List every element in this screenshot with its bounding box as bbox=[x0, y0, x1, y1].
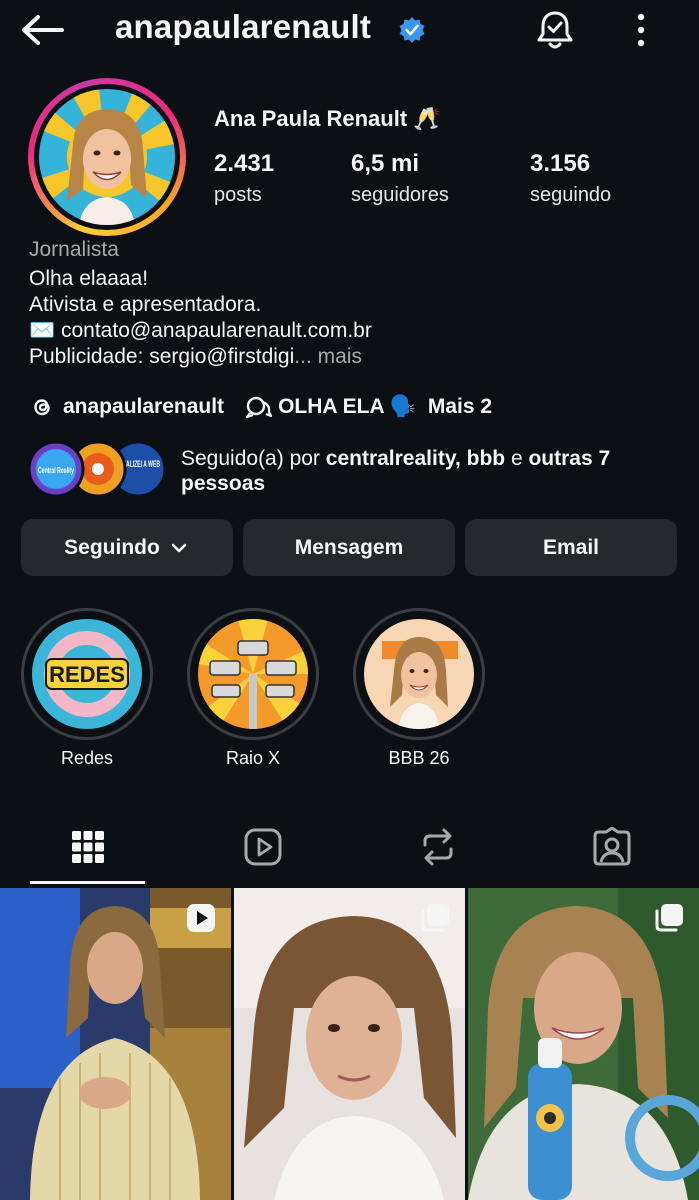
tab-reels[interactable] bbox=[175, 808, 350, 886]
stat-following-value: 3.156 bbox=[530, 150, 591, 177]
following-button[interactable]: Seguindo bbox=[21, 519, 233, 576]
highlight-bbb-26[interactable]: BBB 26 bbox=[352, 608, 486, 769]
stat-posts[interactable]: 2.431 posts bbox=[214, 150, 274, 207]
following-label: Seguindo bbox=[64, 535, 160, 559]
followed-by[interactable]: ATUALIZEI A WEB Central Reality Seguido(… bbox=[28, 440, 678, 500]
stat-followers-value: 6,5 mi bbox=[351, 150, 420, 177]
profile-links: anapaularenault OLHA ELA 🗣️ Mais 2 bbox=[29, 392, 492, 422]
post-thumbnail[interactable] bbox=[0, 888, 231, 1200]
followed-by-names: centralreality, bbb bbox=[325, 447, 506, 470]
highlight-bbb-26-cover bbox=[364, 619, 474, 729]
chevron-down-icon bbox=[171, 543, 187, 552]
profile-bio: Olha elaaaa! Ativista e apresentadora. ✉… bbox=[29, 266, 372, 370]
verified-badge-icon bbox=[399, 17, 425, 43]
profile-full-name: Ana Paula Renault 🥂 bbox=[214, 106, 441, 131]
chat-link-icon bbox=[245, 396, 273, 419]
profile-username: anapaularenault bbox=[115, 8, 372, 45]
tab-grid[interactable] bbox=[0, 808, 175, 886]
bio-line: Publicidade: sergio@firstdigi... mais bbox=[29, 344, 372, 370]
stat-posts-value: 2.431 bbox=[214, 150, 275, 177]
stat-followers[interactable]: 6,5 mi seguidores bbox=[351, 150, 449, 207]
stat-following[interactable]: 3.156 seguindo bbox=[530, 150, 611, 207]
highlight-redes[interactable]: REDES Redes bbox=[20, 608, 154, 769]
post-thumbnail[interactable] bbox=[468, 888, 699, 1200]
threads-link[interactable]: anapaularenault bbox=[29, 394, 224, 420]
carousel-icon bbox=[421, 904, 449, 932]
more-vertical-icon[interactable] bbox=[628, 12, 654, 48]
top-bar: anapaularenault bbox=[0, 0, 699, 62]
reel-icon bbox=[187, 904, 215, 932]
tagged-person-icon bbox=[593, 827, 630, 866]
tab-tagged[interactable] bbox=[524, 808, 699, 886]
carousel-icon bbox=[655, 904, 683, 932]
threads-handle: anapaularenault bbox=[63, 395, 225, 418]
repost-icon bbox=[423, 828, 452, 866]
highlight-raio-x[interactable]: Raio X bbox=[186, 608, 320, 769]
bio-line: Olha elaaaa! bbox=[29, 267, 149, 290]
avatar-label-central-reality: Central Reality bbox=[38, 466, 74, 475]
followed-by-and: e bbox=[505, 447, 529, 470]
bio-publicity: Publicidade: sergio@firstdigi bbox=[29, 345, 295, 368]
external-link-text: OLHA ELA 🗣️ bbox=[278, 395, 416, 418]
followed-by-prefix: Seguido(a) por bbox=[181, 447, 326, 470]
active-tab-indicator bbox=[30, 881, 145, 884]
mutual-followers-avatars: ATUALIZEI A WEB Central Reality bbox=[28, 440, 167, 498]
bio-email-link[interactable]: ✉️ contato@anapaularenault.com.br bbox=[29, 318, 372, 344]
notification-bell-check-icon[interactable] bbox=[534, 8, 576, 52]
highlight-label: BBB 26 bbox=[388, 748, 450, 768]
more-links[interactable]: Mais 2 bbox=[428, 395, 492, 419]
bio-more-link[interactable]: ... mais bbox=[294, 345, 362, 368]
email-label: Email bbox=[542, 535, 600, 559]
bio-line: Ativista e apresentadora. bbox=[29, 293, 262, 316]
profile-category: Jornalista bbox=[29, 238, 119, 261]
highlight-label: Redes bbox=[60, 748, 114, 768]
profile-tabs bbox=[0, 808, 699, 886]
external-link[interactable]: OLHA ELA 🗣️ bbox=[244, 394, 416, 420]
post-grid bbox=[0, 888, 699, 1200]
post-thumbnail[interactable] bbox=[234, 888, 465, 1200]
email-button[interactable]: Email bbox=[465, 519, 677, 576]
highlight-redes-text: REDES bbox=[49, 662, 125, 687]
avatar bbox=[39, 89, 175, 225]
message-label: Mensagem bbox=[294, 535, 404, 559]
highlight-raio-x-cover bbox=[198, 619, 308, 729]
profile-avatar-story-ring[interactable] bbox=[28, 78, 186, 236]
arrow-left-icon[interactable] bbox=[18, 10, 66, 50]
grid-icon bbox=[71, 831, 104, 863]
stat-following-label: seguindo bbox=[530, 184, 612, 206]
message-button[interactable]: Mensagem bbox=[243, 519, 455, 576]
threads-icon bbox=[34, 399, 50, 416]
stat-followers-label: seguidores bbox=[351, 184, 449, 206]
reels-play-icon bbox=[244, 828, 281, 866]
tab-reposts[interactable] bbox=[350, 808, 525, 886]
highlight-redes-cover: REDES bbox=[32, 619, 142, 729]
stat-posts-label: posts bbox=[214, 184, 262, 206]
highlight-label: Raio X bbox=[225, 748, 281, 768]
followed-by-text: Seguido(a) por centralreality, bbb e out… bbox=[181, 446, 661, 496]
